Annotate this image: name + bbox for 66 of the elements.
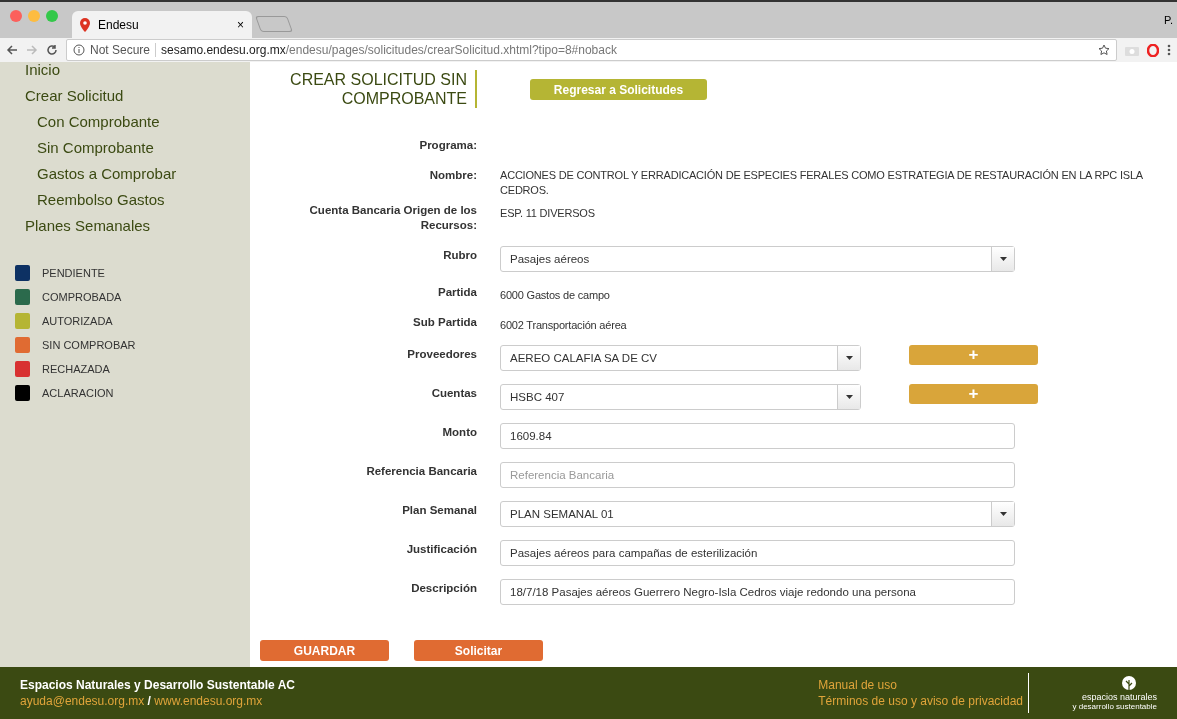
input-field[interactable]: Referencia Bancaria (500, 462, 1015, 488)
field-label: Cuenta Bancaria Origen de los Recursos: (308, 203, 477, 233)
field-value: ESP. 11 DIVERSOS (500, 206, 595, 221)
legend-label: AUTORIZADA (42, 315, 113, 327)
field-value: 6000 Gastos de campo (500, 288, 610, 303)
legend-label: PENDIENTE (42, 267, 105, 279)
sidebar-item[interactable]: Inicio (25, 62, 61, 83)
field-label: Monto (441, 425, 477, 440)
field-label: Nombre: (428, 168, 477, 183)
field-label: Referencia Bancaria (365, 464, 477, 479)
organization-name: Espacios Naturales y Desarrollo Sustentable AC (20, 678, 296, 692)
legend-label: COMPROBADA (42, 291, 122, 303)
profile-name[interactable]: P. (1164, 14, 1173, 26)
page-title: CREAR SOLICITUD SIN COMPROBANTE (260, 70, 477, 108)
input-field[interactable]: 18/7/18 Pasajes aéreos Guerrero Negro-Isla Cedros viaje redondo una persona (500, 579, 1015, 605)
sidebar-subitem[interactable]: Gastos a Comprobar (37, 161, 177, 187)
field-label: Programa: (418, 138, 477, 153)
field-label: Descripción (410, 581, 477, 596)
input-field[interactable]: Pasajes aéreos para campañas de esterilización (500, 540, 1015, 566)
field-label: Justificación (405, 542, 477, 557)
separator-text: / (147, 694, 151, 708)
opera-icon[interactable] (1147, 43, 1159, 57)
map-pin-icon (80, 17, 90, 32)
input-field[interactable]: 1609.84 (500, 423, 1015, 449)
dropdown[interactable]: AEREO CALAFIA SA DE CV (500, 345, 861, 371)
logo-text: espacios naturales (1081, 691, 1157, 702)
sidebar-item[interactable]: Planes Semanales (25, 213, 151, 239)
back-icon[interactable] (6, 44, 18, 56)
field-label: Rubro (442, 248, 477, 263)
dropdown[interactable]: Pasajes aéreos (500, 246, 1015, 272)
footer-link[interactable]: Términos de uso y aviso de privacidad (818, 694, 1023, 708)
address-bar[interactable]: Not Secure sesamo.endesu.org.mx/endesu/pages/solicitudes/crearSolicitud.xhtml?tipo=8#noback (66, 39, 1117, 61)
security-label: Not Secure (90, 43, 157, 57)
field-value: ACCIONES DE CONTROL Y ERRADICACIÓN DE ESPECIES FERALES COMO ESTRATEGIA DE RESTAURACIÓN EN LA RPC ISLA CEDROS. (500, 168, 1144, 198)
field-label: Proveedores (406, 347, 477, 362)
browser-tab[interactable]: Endesu × (72, 11, 252, 38)
legend-label: ACLARACION (42, 387, 114, 399)
field-label: Sub Partida (412, 315, 477, 330)
caret-icon (845, 395, 853, 399)
website-link[interactable]: www.endesu.org.mx (154, 694, 263, 708)
field-value: 6002 Transportación aérea (500, 318, 627, 333)
caret-icon (999, 257, 1007, 261)
field-label: Partida (437, 285, 477, 300)
tab-title: Endesu (98, 17, 140, 32)
logo-tagline: y desarrollo sustentable (1072, 701, 1157, 711)
sidebar-subitem[interactable]: Sin Comprobante (37, 135, 154, 161)
leaf-logo-icon (1121, 675, 1137, 692)
sidebar-subitem[interactable]: Reembolso Gastos (37, 187, 165, 213)
dropdown[interactable]: HSBC 407 (500, 384, 861, 410)
info-icon[interactable] (73, 44, 85, 56)
caret-icon (999, 512, 1007, 516)
dropdown[interactable]: PLAN SEMANAL 01 (500, 501, 1015, 527)
tab-close-button[interactable]: × (237, 17, 244, 32)
field-label: Cuentas (430, 386, 477, 401)
legend-label: SIN COMPROBAR (42, 339, 136, 351)
caret-icon (845, 356, 853, 360)
menu-icon[interactable] (1167, 44, 1171, 56)
sidebar-item[interactable]: Crear Solicitud (25, 83, 124, 109)
url-text: sesamo.endesu.org.mx/endesu/pages/solicitudes/crearSolicitud.xhtml?tipo=8#noback (161, 43, 617, 57)
footer-link[interactable]: Manual de uso (818, 678, 897, 692)
sidebar-subitem[interactable]: Con Comprobante (37, 109, 160, 135)
email-link[interactable]: ayuda@endesu.org.mx (20, 694, 145, 708)
field-label: Plan Semanal (401, 503, 477, 518)
reload-icon[interactable] (46, 44, 58, 56)
legend-label: RECHAZADA (42, 363, 110, 375)
star-icon[interactable] (1098, 44, 1110, 56)
